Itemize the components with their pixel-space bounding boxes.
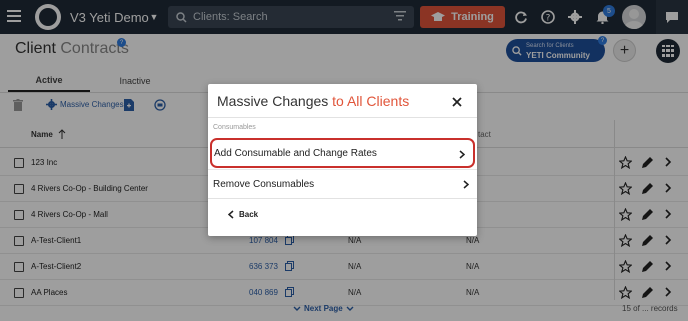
back-button[interactable]: Back <box>228 210 258 219</box>
dialog-title-main: Massive Changes <box>217 93 329 109</box>
back-label: Back <box>239 210 259 219</box>
section-label: Consumables <box>213 124 256 131</box>
chevron-left-icon <box>228 210 234 219</box>
chevron-right-icon <box>463 180 469 189</box>
dialog-divider <box>208 117 477 118</box>
chevron-right-icon <box>459 150 465 159</box>
option-label: Add Consumable and Change Rates <box>214 147 377 159</box>
dialog-divider <box>208 198 477 199</box>
dialog-title-accent: to All Clients <box>332 93 410 109</box>
close-icon[interactable] <box>450 95 464 109</box>
dialog-title: Massive Changes to All Clients <box>217 93 409 109</box>
option-label: Remove Consumables <box>213 179 315 190</box>
massive-changes-dialog: Massive Changes to All Clients Consumabl… <box>208 84 477 236</box>
remove-consumables-option[interactable]: Remove Consumables <box>208 169 477 199</box>
add-consumable-option[interactable]: Add Consumable and Change Rates <box>210 138 475 168</box>
